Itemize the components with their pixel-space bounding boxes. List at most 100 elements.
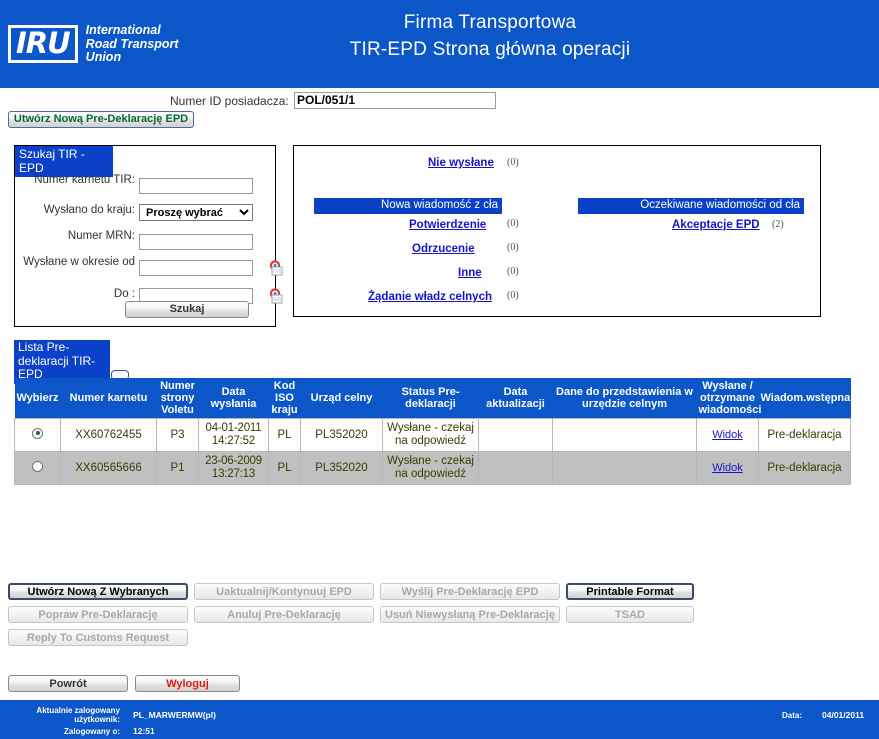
table-header-row: Wybierz Numer karnetu Numer strony Volet… (14, 378, 851, 419)
row-messages-cell[interactable]: Widok (696, 418, 759, 452)
company-title: Firma Transportowa (403, 12, 577, 33)
create-new-predeclaration-button[interactable]: Utwórz Nową Pre-Deklarację EPD (8, 111, 194, 128)
iru-logo-text: IRU (16, 26, 71, 61)
search-panel: Szukaj TIR - EPD Numer karnetu TIR: Wysł… (14, 145, 283, 327)
col-messages: Wysłane / otrzymane wiadomości (696, 378, 761, 419)
list-panel-title: Lista Pre-deklaracji TIR-EPD (14, 340, 110, 384)
row-customs-office: PL352020 (300, 418, 383, 452)
row-messages-cell[interactable]: Widok (696, 451, 759, 485)
row-iso: PL (268, 418, 301, 452)
search-label-date-from: Wysłane w okresie od (23, 256, 135, 268)
row-carnet: XX60762455 (60, 418, 157, 452)
correct-predeclaration-button[interactable]: Popraw Pre-Deklarację (8, 606, 188, 623)
search-field-country: Wysłano do kraju: Proszę wybrać (15, 204, 275, 226)
col-pre-message: Wiadom.wstępna (758, 378, 851, 419)
footer-user-value: PL_MARWERMW(pl) (133, 710, 216, 720)
send-predeclaration-epd-button[interactable]: Wyślij Pre-Deklarację EPD (380, 583, 560, 600)
link-not-sent[interactable]: Nie wysłane (428, 157, 494, 169)
tsad-button[interactable]: TSAD (566, 606, 694, 623)
search-input-mrn[interactable] (139, 234, 253, 250)
printable-format-button[interactable]: Printable Format (566, 583, 694, 600)
table-row[interactable]: XX60762455 P3 04-01-2011 14:27:52 PL PL3… (14, 418, 851, 452)
search-label-carnet: Numer karnetu TIR: (34, 174, 135, 186)
page-subtitle: TIR-EPD Strona główna operacji (349, 39, 631, 60)
page-header: IRU International Road Transport Union F… (0, 0, 879, 88)
reply-to-customs-request-button[interactable]: Reply To Customs Request (8, 629, 188, 646)
footer-user-label: Aktualnie zalogowany użytkownik: (36, 706, 120, 724)
logo-sub-line-1: International (85, 23, 161, 37)
count-rejection: (0) (507, 242, 519, 253)
search-input-date-from[interactable] (139, 260, 253, 276)
cancel-predeclaration-button[interactable]: Anuluj Pre-Deklarację (194, 606, 374, 623)
col-sent-date: Data wysłania (198, 378, 269, 419)
col-select: Wybierz (14, 378, 61, 419)
count-other: (0) (507, 266, 519, 277)
link-rejection[interactable]: Odrzucenie (412, 243, 475, 255)
iru-logo-subtitle: International Road Transport Union (85, 23, 179, 65)
row-select-cell[interactable] (14, 451, 61, 485)
search-submit-button[interactable]: Szukaj (125, 301, 249, 318)
footer-date-value: 04/01/2011 (822, 710, 865, 720)
predeclaration-table: Wybierz Numer karnetu Numer strony Volet… (14, 378, 851, 485)
row-iso: PL (268, 451, 301, 485)
create-new-from-selected-button[interactable]: Utwórz Nową Z Wybranych (8, 583, 188, 600)
holder-id-label: Numer ID posiadacza: (170, 94, 289, 108)
page-footer: Aktualnie zalogowany użytkownik: PL_MARW… (0, 700, 879, 739)
count-not-sent: (0) (507, 157, 519, 168)
footer-login-time-value: 12:51 (133, 726, 155, 736)
iru-logo: IRU International Road Transport Union (8, 23, 179, 65)
col-data-for-office: Dane do przedstawienia w urzędzie celnym (552, 378, 697, 419)
row-volet: P3 (156, 418, 199, 452)
row-sent-date: 04-01-2011 14:27:52 (198, 418, 269, 452)
row-messages-link[interactable]: Widok (712, 429, 743, 441)
iru-logo-box: IRU (8, 25, 78, 64)
count-epd-acceptance: (2) (772, 219, 784, 230)
link-customs-request[interactable]: Żądanie władz celnych (368, 291, 492, 303)
row-select-cell[interactable] (14, 418, 61, 452)
tir-epd-page: IRU International Road Transport Union F… (0, 0, 879, 739)
count-customs-request: (0) (507, 290, 519, 301)
link-confirmation[interactable]: Potwierdzenie (409, 219, 486, 231)
search-select-country[interactable]: Proszę wybrać (139, 204, 253, 221)
row-volet: P1 (156, 451, 199, 485)
row-messages-link[interactable]: Widok (712, 462, 743, 474)
calendar-icon[interactable] (267, 287, 284, 304)
calendar-icon[interactable] (267, 259, 284, 276)
row-pre-message: Pre-deklaracja (758, 451, 851, 485)
search-field-carnet: Numer karnetu TIR: (15, 174, 275, 200)
logout-button[interactable]: Wyloguj (135, 675, 240, 692)
row-carnet: XX60565666 (60, 451, 157, 485)
search-input-carnet[interactable] (139, 178, 253, 194)
footer-date-label: Data: (781, 711, 802, 720)
logo-sub-line-2: Road Transport (85, 36, 179, 51)
row-customs-office: PL352020 (300, 451, 383, 485)
link-epd-acceptance[interactable]: Akceptacje EPD (672, 219, 760, 231)
search-label-country: Wysłano do kraju: (43, 204, 135, 216)
col-customs-office: Urząd celny (300, 378, 383, 419)
table-row[interactable]: XX60565666 P1 23-06-2009 13:27:13 PL PL3… (14, 451, 851, 485)
count-confirmation: (0) (507, 218, 519, 229)
back-button[interactable]: Powrót (8, 675, 128, 692)
update-continue-epd-button[interactable]: Uaktualnij/Kontynuuj EPD (194, 583, 374, 600)
row-radio[interactable] (32, 427, 43, 439)
page-title: Firma Transportowa TIR-EPD Strona główna… (210, 10, 770, 63)
footer-login-time-label: Zalogowany o: (64, 727, 120, 736)
row-sent-date: 23-06-2009 13:27:13 (198, 451, 269, 485)
col-volet: Numer strony Voletu (156, 378, 199, 419)
search-label-mrn: Numer MRN: (67, 230, 135, 242)
delete-unsent-predeclaration-button[interactable]: Usuń Niewysłaną Pre-Deklarację (380, 606, 560, 623)
row-status: Wysłane - czekaj na odpowiedź (382, 418, 479, 452)
row-data-for-office (552, 418, 697, 452)
search-panel-title: Szukaj TIR - EPD (15, 146, 113, 177)
row-radio[interactable] (32, 460, 43, 472)
link-other[interactable]: Inne (458, 267, 482, 279)
row-update-date (478, 418, 553, 452)
row-data-for-office (552, 451, 697, 485)
messages-panel: Nie wysłane (0) Nowa wiadomość z cła Ocz… (293, 145, 821, 317)
logo-sub-line-3: Union (85, 50, 122, 64)
search-field-date-from: Wysłane w okresie od (15, 256, 283, 282)
row-update-date (478, 451, 553, 485)
search-field-mrn: Numer MRN: (15, 230, 275, 256)
col-iso: Kod ISO kraju (268, 378, 301, 419)
holder-id-input[interactable] (294, 92, 496, 109)
